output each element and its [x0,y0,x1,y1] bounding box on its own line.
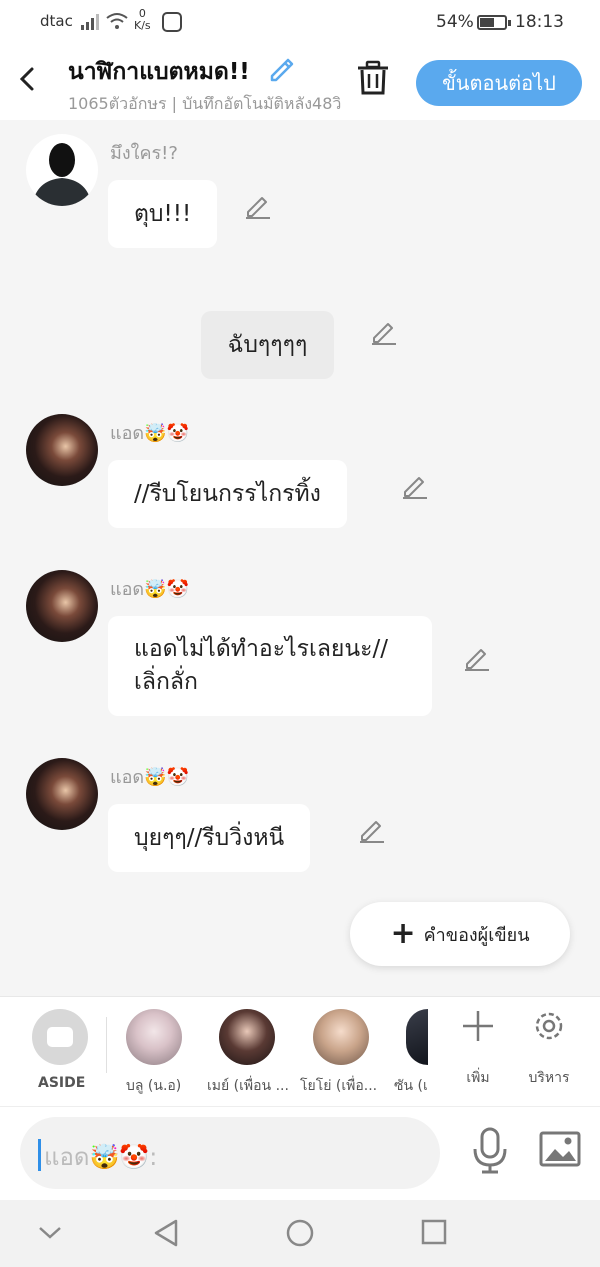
pencil-icon[interactable] [463,644,491,672]
character-avatar[interactable] [406,1009,428,1065]
network-speed: 0 K/s [134,8,151,32]
author-note-button[interactable]: + คำของผู้เขียน [350,902,570,966]
story-title: นาฬิกาแบตหมด!! [68,59,250,85]
system-nav-bar [0,1200,600,1267]
person-silhouette-icon [26,134,98,206]
sender-name: แอด🤯🤡 [110,579,189,600]
plus-icon: + [390,916,416,951]
aside-button[interactable] [32,1009,88,1065]
nav-down-icon[interactable] [36,1218,64,1246]
avatar[interactable] [26,570,98,642]
message-bubble[interactable]: ตุบ!!! [108,180,218,248]
wifi-icon [106,13,128,29]
battery-icon [477,15,511,30]
character-label: ซัน (เ [394,1078,428,1094]
edit-icon[interactable] [268,54,298,82]
mic-icon[interactable] [472,1127,508,1175]
message-text: //รีบโยนกรรไกรทิ้ง [134,480,321,507]
character-avatar[interactable] [219,1009,275,1065]
autosave-info: 1065ตัวอักษร | บันทึกอัตโนมัติหลัง48วิ [68,94,342,113]
add-character-button[interactable]: เพิ่ม [453,1007,503,1086]
message-text: แอดไม่ได้ทำอะไรเลยนะ//เลิ่กลั่ก [134,636,388,695]
image-icon[interactable] [539,1131,581,1167]
character-label: เมย์ (เพื่อน ... [207,1078,289,1094]
battery-percent: 54% [436,12,474,32]
sender-name: แอด🤯🤡 [110,423,189,444]
character-strip: ASIDE บลู (น.อ) เมย์ (เพื่อน ... โยโย่ (… [0,996,600,1106]
carrier-label: dtac [40,12,73,30]
message-text: บุยๆๆ//รีบวิ่งหนี [134,824,285,851]
status-bar: dtac 0 K/s 54% 18:13 [0,0,600,46]
comment-icon [47,1027,73,1047]
sender-name: แอด🤯🤡 [110,767,189,788]
network-speed-unit: K/s [134,19,151,32]
avatar[interactable] [26,134,98,206]
pencil-icon[interactable] [244,192,272,220]
character-label: โยโย่ (เพื่อ... [300,1078,378,1094]
message-bubble[interactable]: แอดไม่ได้ทำอะไรเลยนะ//เลิ่กลั่ก [108,616,432,716]
manage-button[interactable]: บริหาร [524,1007,574,1086]
compose-bar: แอด🤯🤡: [0,1106,600,1200]
nav-recents-icon[interactable] [420,1218,448,1246]
clock: 18:13 [515,12,564,32]
aside-label: ASIDE [38,1075,86,1091]
manage-label: บริหาร [528,1070,570,1086]
character-avatar[interactable] [313,1009,369,1065]
chat-area: มึงใคร!? ตุบ!!! ฉับๆๆๆๆ แอด🤯🤡 //รีบโยนกร… [0,120,600,996]
message-text: ฉับๆๆๆๆ [227,332,308,358]
aside-bubble[interactable]: ฉับๆๆๆๆ [201,311,334,379]
signal-icon [81,14,99,30]
battery-level [480,18,495,27]
character-label: บลู (น.อ) [126,1078,182,1094]
message-text: ตุบ!!! [134,200,192,227]
plus-icon [463,1011,493,1041]
avatar[interactable] [26,758,98,830]
add-label: เพิ่ม [466,1070,490,1086]
sender-name: มึงใคร!? [110,143,178,164]
message-input[interactable]: แอด🤯🤡: [20,1117,440,1189]
message-bubble[interactable]: บุยๆๆ//รีบวิ่งหนี [108,804,311,872]
header: นาฬิกาแบตหมด!! 1065ตัวอักษร | บันทึกอัตโ… [0,46,600,120]
input-placeholder: แอด🤯🤡: [44,1143,158,1171]
screen-record-icon [162,12,182,32]
trash-icon[interactable] [356,60,390,96]
pencil-icon[interactable] [370,318,398,346]
nav-back-icon[interactable] [152,1218,180,1248]
pencil-icon[interactable] [358,816,386,844]
nav-home-icon[interactable] [285,1218,315,1248]
author-note-label: คำของผู้เขียน [423,924,530,946]
next-step-button[interactable]: ขั้นตอนต่อไป [416,60,582,106]
text-caret [38,1139,41,1171]
character-avatar[interactable] [126,1009,182,1065]
pencil-icon[interactable] [401,472,429,500]
message-bubble[interactable]: //รีบโยนกรรไกรทิ้ง [108,460,347,528]
gear-icon [535,1012,563,1040]
avatar[interactable] [26,414,98,486]
divider [106,1017,107,1073]
back-icon[interactable] [14,64,40,94]
